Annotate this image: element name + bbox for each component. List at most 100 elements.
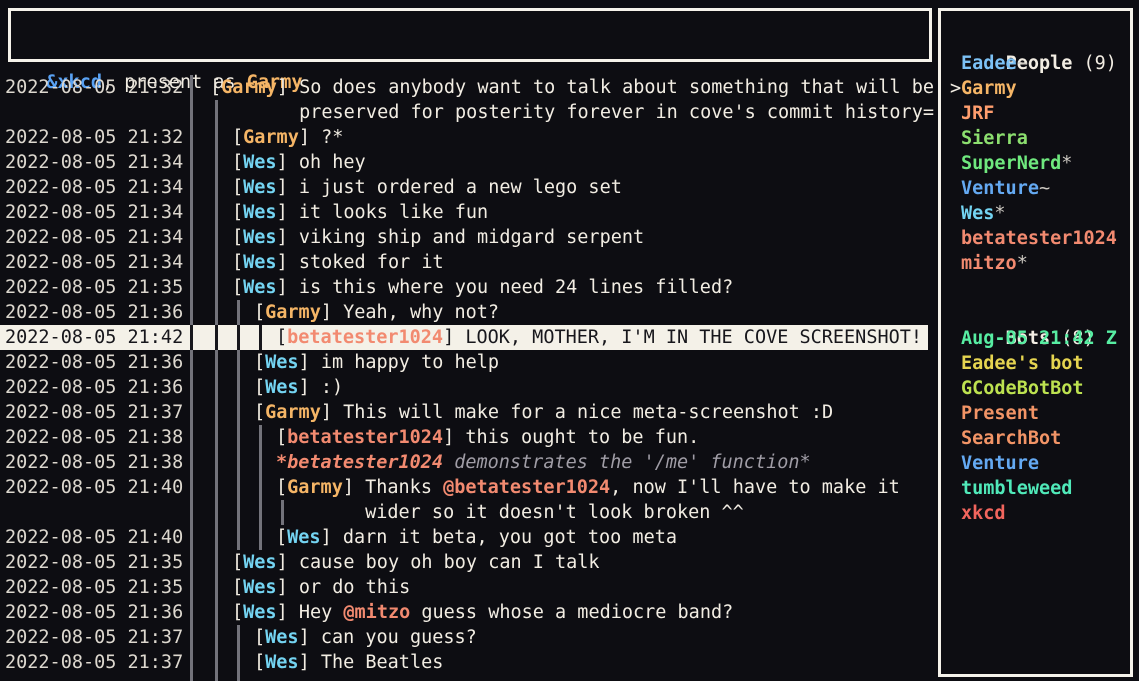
bot-item-xkcd[interactable]: xkcd [941, 501, 1130, 526]
list-prefix [950, 451, 961, 476]
nick-open-bracket: [ [232, 202, 243, 223]
list-prefix [950, 226, 961, 251]
user-name: mitzo [961, 253, 1017, 274]
chat-message-row[interactable]: 2022-08-05 21:34[Wes] stoked for it [0, 250, 932, 275]
bot-item-aug-05-21-42-z[interactable]: Aug-05 21:42 Z [941, 326, 1130, 351]
timestamp-separator-line [190, 475, 193, 500]
nick: Wes [265, 627, 298, 648]
thread-indent-line [237, 625, 240, 650]
bot-item-gcodebotbot[interactable]: GCodeBotBot [941, 376, 1130, 401]
nick: Wes [287, 527, 320, 548]
thread-indent-line [259, 525, 262, 550]
user-name: betatester1024 [961, 228, 1117, 249]
timestamp-separator-line [190, 400, 193, 425]
thread-indent-line [237, 350, 240, 375]
chat-message-row[interactable]: 2022-08-05 21:37[Garmy] This will make f… [0, 400, 932, 425]
presence-suffix: ~ [1017, 53, 1028, 74]
list-prefix [950, 351, 961, 376]
thread-indent-line [215, 125, 218, 150]
thread-indent-line [215, 525, 218, 550]
nick-open-bracket: [ [254, 402, 265, 423]
bot-name: xkcd [961, 503, 1006, 524]
message-text: guess whose a mediocre band? [410, 602, 733, 623]
bot-item-eadee-s-bot[interactable]: Eadee's bot [941, 351, 1130, 376]
chat-message-row[interactable]: 2022-08-05 21:40[Garmy] Thanks @betatest… [0, 475, 932, 500]
chat-continuation-row[interactable]: wider so it doesn't look broken ^^ [0, 500, 932, 525]
nick: betatester1024 [287, 427, 443, 448]
chat-message-row[interactable]: 2022-08-05 21:35[Wes] cause boy oh boy c… [0, 550, 932, 575]
chat-message-row[interactable]: 2022-08-05 21:34[Wes] i just ordered a n… [0, 175, 932, 200]
thread-indent-line [215, 475, 218, 500]
user-item-wes[interactable]: Wes* [941, 201, 1130, 226]
user-name: Venture [961, 178, 1039, 199]
message-content: [Garmy] ?* [232, 125, 343, 150]
chat-message-row[interactable]: 2022-08-05 21:36[Wes] Hey @mitzo guess w… [0, 600, 932, 625]
chat-message-row[interactable]: 2022-08-05 21:34 [Wes] oh hey [0, 150, 932, 175]
timestamp-separator-line [190, 75, 193, 100]
message-text: i just ordered a new lego set [299, 177, 622, 198]
chat-message-row[interactable]: 2022-08-05 21:35[Wes] is this where you … [0, 275, 932, 300]
user-item-venture[interactable]: Venture~ [941, 176, 1130, 201]
chat-message-row[interactable]: 2022-08-05 21:32[Garmy] So does anybody … [0, 75, 932, 100]
message-content: [Wes] darn it beta, you got too meta [276, 525, 677, 550]
timestamp: 2022-08-05 21:38 [5, 450, 183, 475]
chat-message-row[interactable]: 2022-08-05 21:36[Garmy] Yeah, why not? [0, 300, 932, 325]
presence-suffix: ~ [1039, 178, 1050, 199]
user-item-jrf[interactable]: JRF [941, 101, 1130, 126]
thread-indent-line [215, 550, 218, 575]
message-content: [Wes] oh hey [232, 150, 366, 175]
user-item-garmy[interactable]: >Garmy [941, 76, 1130, 101]
message-text: The Beatles [321, 652, 444, 673]
message-text: viking ship and midgard serpent [299, 227, 644, 248]
chat-message-row[interactable]: 2022-08-05 21:38[betatester1024] this ou… [0, 425, 932, 450]
timestamp: 2022-08-05 21:34 [5, 200, 183, 225]
nick-close-bracket: ] [277, 177, 299, 198]
chat-message-row[interactable]: 2022-08-05 21:34[Wes] viking ship and mi… [0, 225, 932, 250]
timestamp: 2022-08-05 21:36 [5, 350, 183, 375]
chat-continuation-row[interactable]: preserved for posterity forever in cove'… [0, 100, 932, 125]
bot-item-venture[interactable]: Venture [941, 451, 1130, 476]
thread-indent-line [237, 300, 240, 325]
bot-item-searchbot[interactable]: SearchBot [941, 426, 1130, 451]
bot-item-present[interactable]: Present [941, 401, 1130, 426]
chat-message-row[interactable]: 2022-08-05 21:34[Wes] it looks like fun [0, 200, 932, 225]
message-text: stoked for it [299, 252, 444, 273]
chat-message-row[interactable]: 2022-08-05 21:36[Wes] im happy to help [0, 350, 932, 375]
chat-action-row[interactable]: 2022-08-05 21:38*betatester1024 demonstr… [0, 450, 932, 475]
chat-message-row[interactable]: 2022-08-05 21:37[Wes] can you guess? [0, 625, 932, 650]
chat-message-row[interactable]: 2022-08-05 21:36[Wes] :) [0, 375, 932, 400]
thread-indent-line [237, 525, 240, 550]
chat-message-row[interactable]: 2022-08-05 21:32[Garmy] ?* [0, 125, 932, 150]
nick: Wes [265, 352, 298, 373]
user-item-mitzo[interactable]: mitzo* [941, 251, 1130, 276]
chat-message-row[interactable]: 2022-08-05 21:40[Wes] darn it beta, you … [0, 525, 932, 550]
user-name: Garmy [961, 78, 1017, 99]
timestamp: 2022-08-05 21:40 [5, 475, 183, 500]
thread-indent-line [215, 425, 218, 450]
people-count: (9) [1084, 53, 1117, 74]
thread-indent-line [215, 225, 218, 250]
chat-message-row[interactable]: 2022-08-05 21:37[Wes] The Beatles [0, 650, 932, 675]
list-prefix [950, 251, 961, 276]
bot-name: Eadee's bot [961, 353, 1084, 374]
timestamp: 2022-08-05 21:34 [5, 225, 183, 250]
thread-indent-line [237, 675, 240, 681]
chat-message-row[interactable]: 2022-08-05 21:42[betatester1024] LOOK, M… [0, 325, 932, 350]
thread-indent-line [215, 450, 218, 475]
user-item-sierra[interactable]: Sierra [941, 126, 1130, 151]
chat-message-row[interactable]: 2022-08-05 21:35[Wes] or do this [0, 575, 932, 600]
message-content: [Garmy] This will make for a nice meta-s… [254, 400, 833, 425]
timestamp: 2022-08-05 21:32 [5, 75, 183, 100]
message-text: demonstrates the '/me' function* [443, 452, 811, 473]
nick-open-bracket: [ [232, 227, 243, 248]
timestamp: 2022-08-05 21:37 [5, 650, 183, 675]
user-item-supernerd[interactable]: SuperNerd* [941, 151, 1130, 176]
timestamp: 2022-08-05 21:34 [5, 150, 183, 175]
user-item-betatester1024[interactable]: betatester1024 [941, 226, 1130, 251]
message-content: [Wes] :) [254, 375, 343, 400]
message-text: oh hey [299, 152, 366, 173]
nick-close-bracket: ] [443, 427, 465, 448]
thread-indent-line [215, 650, 218, 675]
list-prefix [950, 151, 961, 176]
bot-item-tumbleweed[interactable]: tumbleweed [941, 476, 1130, 501]
